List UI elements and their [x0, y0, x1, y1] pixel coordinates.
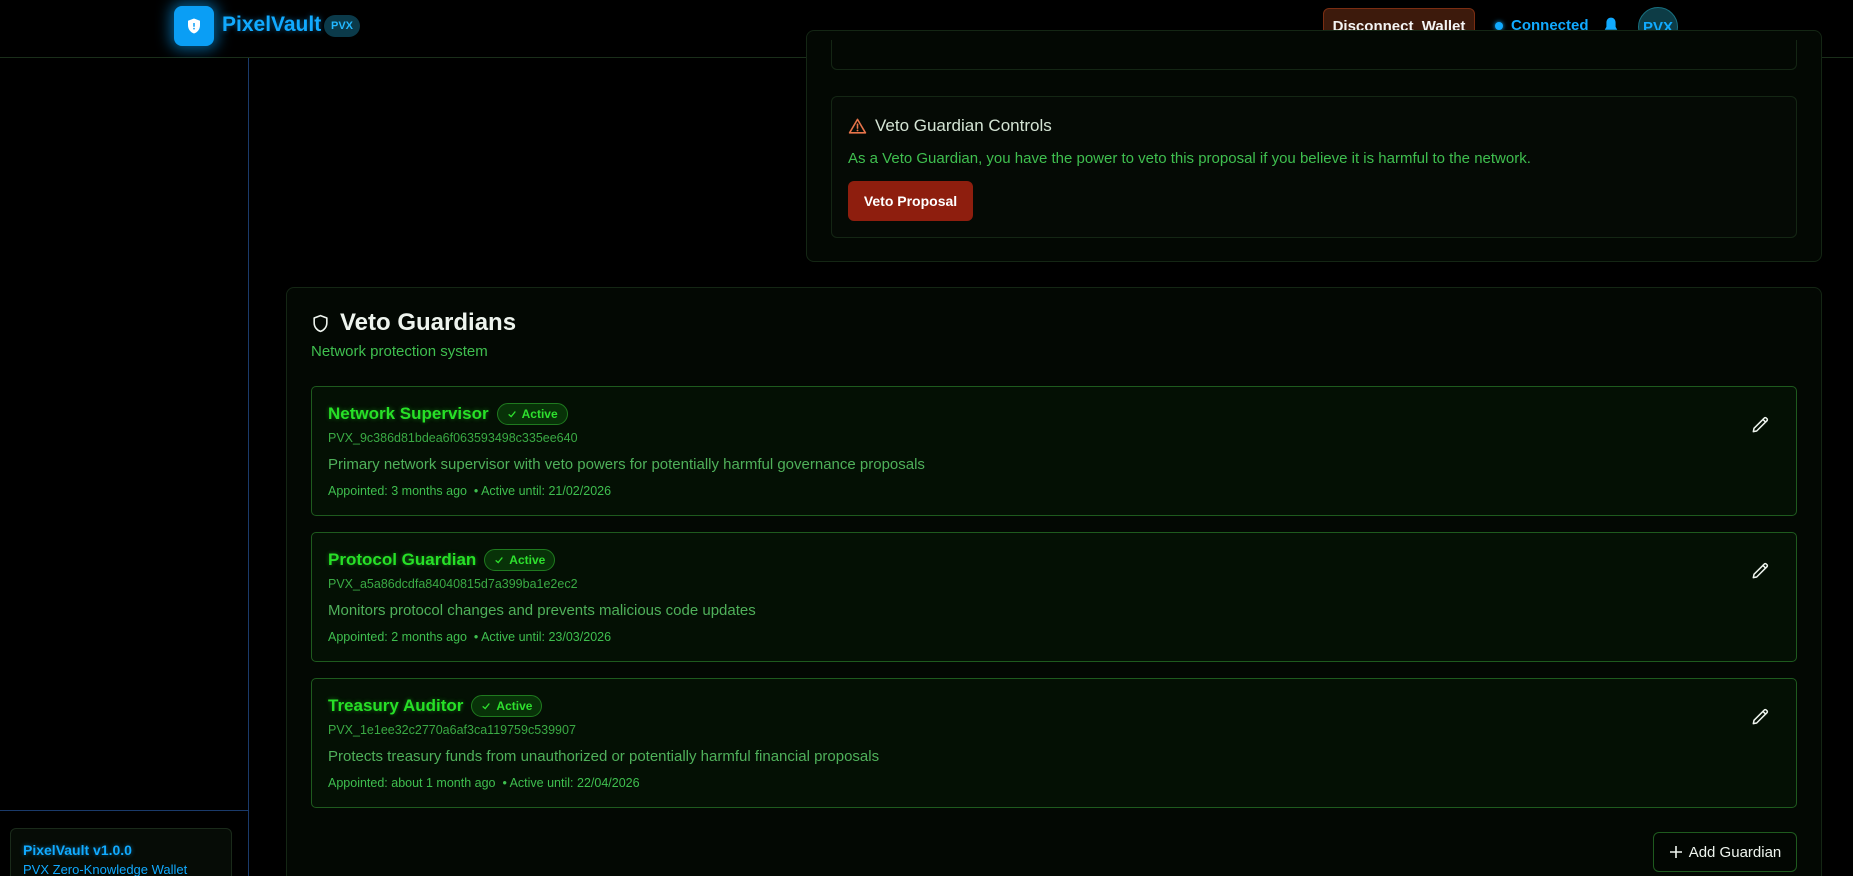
edit-pencil-icon[interactable] [1750, 415, 1770, 435]
warning-icon [848, 118, 867, 134]
status-badge: Active [471, 695, 543, 717]
sidebar [0, 58, 249, 876]
veto-controls-title-text: Veto Guardian Controls [875, 116, 1052, 135]
guardians-heading: Veto Guardians [311, 309, 516, 337]
logo-badge: PVX [324, 15, 361, 37]
guardian-description: Primary network supervisor with veto pow… [328, 456, 925, 473]
version-card: PixelVault v1.0.0 PVX Zero-Knowledge Wal… [10, 828, 232, 876]
check-icon [482, 703, 491, 710]
guardian-meta: Appointed: about 1 month ago • Active un… [328, 776, 640, 790]
plus-icon [1669, 846, 1682, 858]
guardian-name: Treasury Auditor [328, 696, 464, 715]
app-title[interactable]: PixelVault [222, 13, 321, 37]
version-subtitle: PVX Zero-Knowledge Wallet [23, 862, 188, 876]
status-badge-label: Active [521, 407, 558, 421]
edit-pencil-icon[interactable] [1750, 707, 1770, 727]
status-badge-label: Active [509, 553, 546, 567]
guardian-address: PVX_1e1ee32c2770a6af3ca119759c539907 [328, 723, 576, 737]
status-badge: Active [496, 403, 568, 425]
veto-description: As a Veto Guardian, you have the power t… [848, 150, 1531, 167]
guardian-address: PVX_a5a86dcdfa84040815d7a399ba1e2ec2 [328, 577, 578, 591]
guardian-meta: Appointed: 3 months ago • Active until: … [328, 484, 612, 498]
check-icon [507, 411, 516, 418]
veto-proposal-button[interactable]: Veto Proposal [848, 181, 973, 221]
guardians-subtitle: Network protection system [311, 343, 488, 360]
add-guardian-label: Add Guardian [1688, 843, 1782, 861]
status-badge-label: Active [496, 699, 533, 713]
guardian-name: Protocol Guardian [328, 550, 477, 569]
status-badge: Active [484, 549, 556, 571]
guardian-name: Network Supervisor [328, 404, 489, 423]
veto-controls-title: Veto Guardian Controls [848, 116, 1052, 136]
guardian-meta: Appointed: 2 months ago • Active until: … [328, 630, 612, 644]
shield-icon [313, 314, 328, 332]
check-icon [495, 557, 504, 564]
sidebar-divider [0, 810, 249, 811]
guardian-item-protocol-guardian: Protocol Guardian Active PVX_a5a86dcdfa8… [311, 532, 1797, 662]
guardians-title: Veto Guardians [340, 309, 517, 336]
guardian-description: Monitors protocol changes and prevents m… [328, 602, 756, 619]
guardian-item-network-supervisor: Network Supervisor Active PVX_9c386d81bd… [311, 386, 1797, 516]
guardian-address: PVX_9c386d81bdea6f063593498c335ee640 [328, 431, 578, 445]
edit-pencil-icon[interactable] [1750, 561, 1770, 581]
guardian-item-treasury-auditor: Treasury Auditor Active PVX_1e1ee32c2770… [311, 678, 1797, 808]
version-title: PixelVault v1.0.0 [23, 842, 132, 858]
add-guardian-button[interactable]: Add Guardian [1653, 832, 1797, 872]
shield-logo-icon[interactable] [174, 6, 214, 46]
guardian-description: Protects treasury funds from unauthorize… [328, 748, 880, 765]
proposal-section [831, 40, 1797, 70]
status-dot-icon [1495, 21, 1503, 30]
